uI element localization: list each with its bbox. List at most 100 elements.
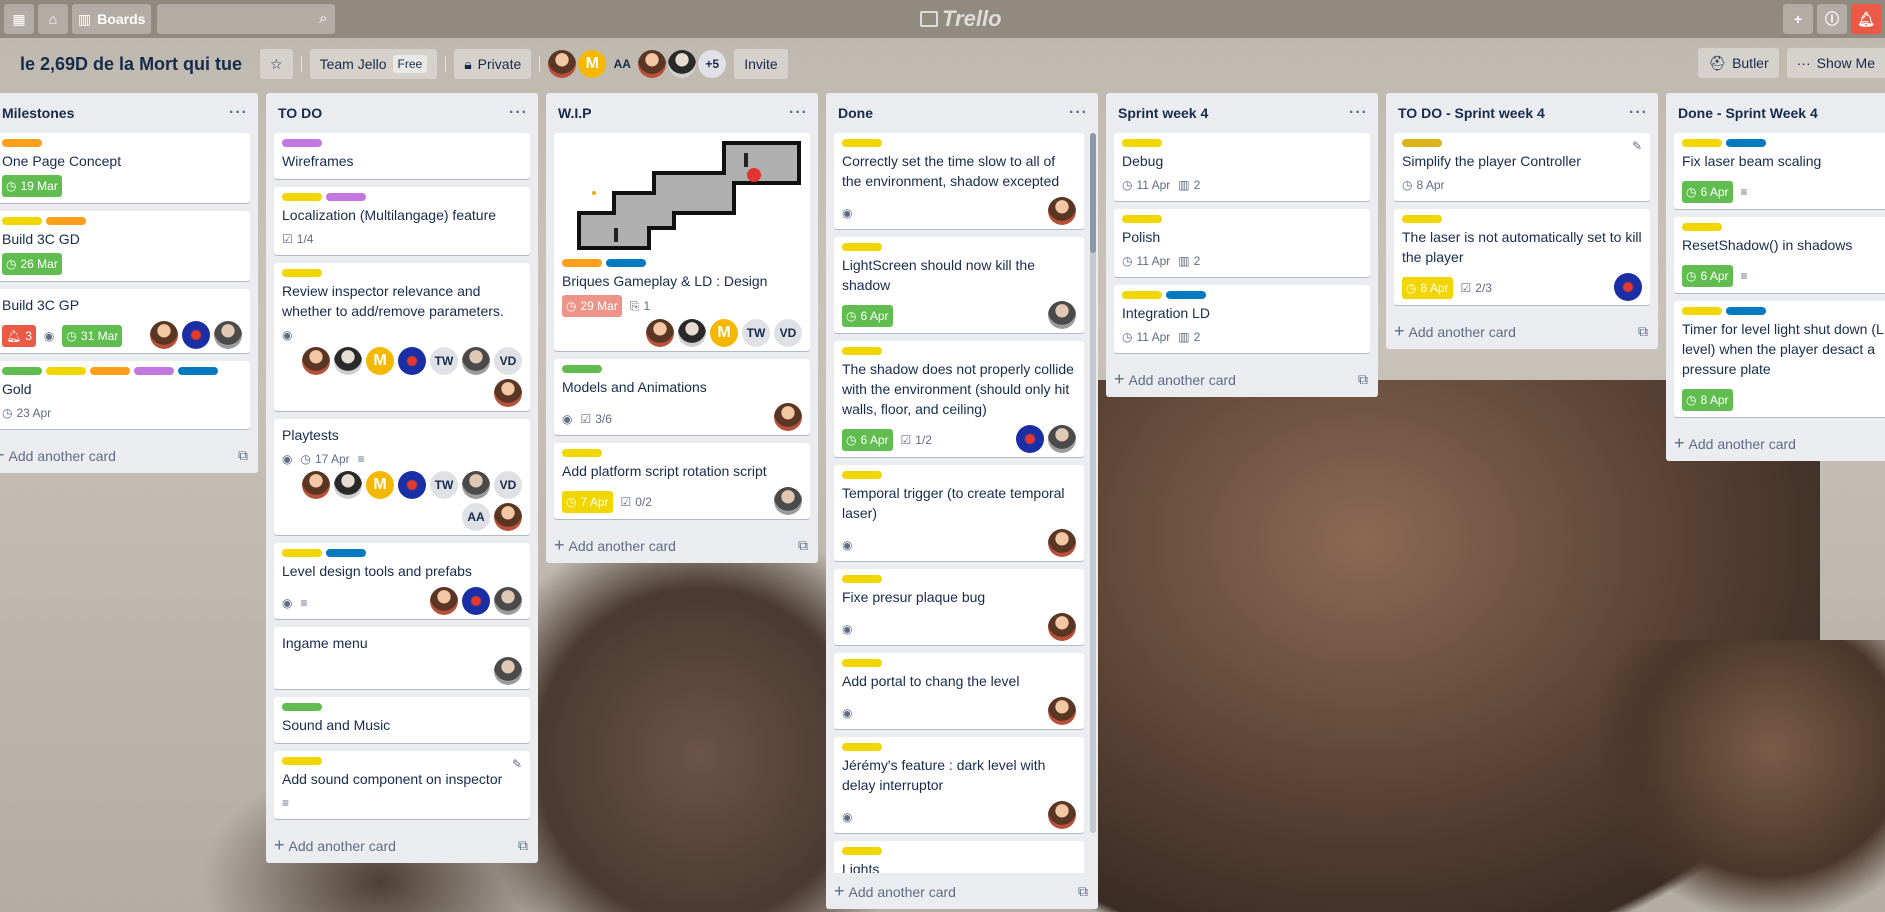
avatar[interactable] [1048, 529, 1076, 557]
card[interactable]: Briques Gameplay & LD : Design ◷ 29 Mar ⎘… [554, 133, 810, 351]
card[interactable]: Review inspector relevance and whether t… [274, 263, 530, 411]
avatar[interactable] [462, 587, 490, 615]
list-menu-icon[interactable]: ··· [1349, 104, 1368, 122]
avatar[interactable] [1048, 425, 1076, 453]
template-icon[interactable]: ⧉ [518, 837, 528, 854]
avatar[interactable] [1048, 301, 1076, 329]
pencil-icon[interactable]: ✎ [512, 757, 522, 771]
card[interactable]: One Page Concept ◷ 19 Mar [0, 133, 250, 203]
due-date-badge[interactable]: ◷ 26 Mar [2, 253, 62, 275]
card[interactable]: Build 3C GP 🔔︎ 3 ◉ ◷ 31 Mar [0, 289, 250, 353]
due-date-badge[interactable]: ◷ 29 Mar [562, 295, 622, 317]
list-title[interactable]: Sprint week 4 [1118, 105, 1208, 121]
list-menu-icon[interactable]: ··· [229, 104, 248, 122]
card[interactable]: ✎ Simplify the player Controller ◷ 8 Apr [1394, 133, 1650, 201]
avatar[interactable] [1048, 613, 1076, 641]
avatar[interactable] [430, 587, 458, 615]
avatar[interactable] [548, 50, 577, 78]
notification-badge[interactable]: 🔔︎ 3 [2, 325, 36, 347]
boards-button[interactable]: ▥ Boards [72, 4, 152, 34]
apps-button[interactable]: ▦ [4, 4, 34, 34]
list-menu-icon[interactable]: ··· [1069, 104, 1088, 122]
add-card-button[interactable]: +Add another card⧉ [1106, 361, 1378, 397]
info-button[interactable]: ⓘ [1817, 4, 1847, 34]
card[interactable]: Sound and Music [274, 697, 530, 743]
list-menu-icon[interactable]: ··· [789, 104, 808, 122]
add-card-button[interactable]: +Add another card⧉ [0, 437, 258, 473]
avatar[interactable] [494, 587, 522, 615]
search-input[interactable]: ⌕ [157, 4, 336, 34]
more-members-button[interactable]: +5 [698, 50, 727, 78]
card[interactable]: Ingame menu [274, 627, 530, 689]
list-title[interactable]: Milestones [2, 105, 74, 121]
avatar[interactable] [1048, 801, 1076, 829]
card[interactable]: Gold ◷ 23 Apr [0, 361, 250, 429]
due-date-badge[interactable]: ◷ 6 Apr [842, 429, 893, 451]
avatar[interactable] [774, 403, 802, 431]
avatar[interactable] [302, 347, 330, 375]
add-card-button[interactable]: +Add another card⧉ [1666, 425, 1885, 461]
pencil-icon[interactable]: ✎ [1632, 139, 1642, 153]
avatar[interactable]: VD [494, 471, 522, 499]
avatar[interactable] [462, 471, 490, 499]
card[interactable]: Models and Animations ◉ ☑ 3/6 [554, 359, 810, 435]
avatar[interactable]: M [366, 347, 394, 375]
avatar[interactable]: M [710, 319, 738, 347]
create-button[interactable]: + [1783, 4, 1813, 34]
list-menu-icon[interactable]: ··· [1629, 104, 1648, 122]
avatar[interactable] [462, 347, 490, 375]
card[interactable]: ResetShadow() in shadows ◷ 6 Apr ≡ [1674, 217, 1885, 293]
avatar[interactable] [1048, 197, 1076, 225]
card[interactable]: Fix laser beam scaling ◷ 6 Apr ≡ [1674, 133, 1885, 209]
template-icon[interactable]: ⧉ [1638, 323, 1648, 340]
avatar[interactable] [302, 471, 330, 499]
avatar[interactable] [334, 347, 362, 375]
list-title[interactable]: TO DO - Sprint week 4 [1398, 105, 1545, 121]
due-date-badge[interactable]: ◷ 8 Apr [1682, 389, 1733, 411]
card[interactable]: Add platform script rotation script ◷ 7 A… [554, 443, 810, 519]
card[interactable]: Debug ◷ 11 Apr ▥ 2 [1114, 133, 1370, 201]
avatar[interactable] [774, 487, 802, 515]
due-date-badge[interactable]: ◷ 6 Apr [1682, 265, 1733, 287]
card[interactable]: Timer for level light shut down (L Out l… [1674, 301, 1885, 417]
template-icon[interactable]: ⧉ [1358, 371, 1368, 388]
notifications-button[interactable]: 🔔︎ [1851, 4, 1881, 34]
avatar[interactable] [1614, 273, 1642, 301]
due-date-badge[interactable]: ◷ 8 Apr [1402, 277, 1453, 299]
avatar[interactable] [150, 321, 178, 349]
avatar[interactable] [494, 657, 522, 685]
list-title[interactable]: Done - Sprint Week 4 [1678, 105, 1818, 121]
list-title[interactable]: Done [838, 105, 873, 121]
avatar[interactable]: AA [608, 50, 636, 78]
avatar[interactable] [668, 50, 697, 78]
card[interactable]: Localization (Multilangage) feature ☑ 1/4 [274, 187, 530, 255]
list-title[interactable]: W.I.P [558, 105, 591, 121]
visibility-button[interactable]: 🔒︎ Private [454, 49, 532, 79]
card[interactable]: Lights [834, 841, 1084, 873]
template-icon[interactable]: ⧉ [238, 447, 248, 464]
card[interactable]: Jérémy's feature : dark level with delay… [834, 737, 1084, 833]
team-button[interactable]: Team Jello Free [309, 49, 438, 79]
avatar[interactable]: M [366, 471, 394, 499]
add-card-button[interactable]: +Add another card⧉ [826, 873, 1098, 909]
show-menu-button[interactable]: ··· Show Me [1786, 48, 1885, 78]
avatar[interactable] [398, 347, 426, 375]
card[interactable]: Fixe presur plaque bug ◉ [834, 569, 1084, 645]
avatar[interactable] [1048, 697, 1076, 725]
avatar[interactable] [494, 379, 522, 407]
butler-button[interactable]: ⛑︎ Butler [1698, 48, 1779, 78]
avatar[interactable] [646, 319, 674, 347]
avatar[interactable] [678, 319, 706, 347]
due-date-badge[interactable]: ◷ 7 Apr [562, 491, 613, 513]
avatar[interactable]: AA [462, 503, 490, 531]
due-date-badge[interactable]: ◷ 6 Apr [1682, 181, 1733, 203]
invite-button[interactable]: Invite [734, 49, 788, 79]
card[interactable]: ✎ Add sound component on inspector ≡ [274, 751, 530, 819]
card[interactable]: Playtests ◉ ◷ 17 Apr ≡ M TW VD AA [274, 419, 530, 535]
list-menu-icon[interactable]: ··· [509, 104, 528, 122]
card[interactable]: LightScreen should now kill the shadow ◷… [834, 237, 1084, 333]
card[interactable]: Correctly set the time slow to all of th… [834, 133, 1084, 229]
template-icon[interactable]: ⧉ [798, 537, 808, 554]
avatar[interactable] [638, 50, 667, 78]
card[interactable]: Add portal to chang the level ◉ [834, 653, 1084, 729]
